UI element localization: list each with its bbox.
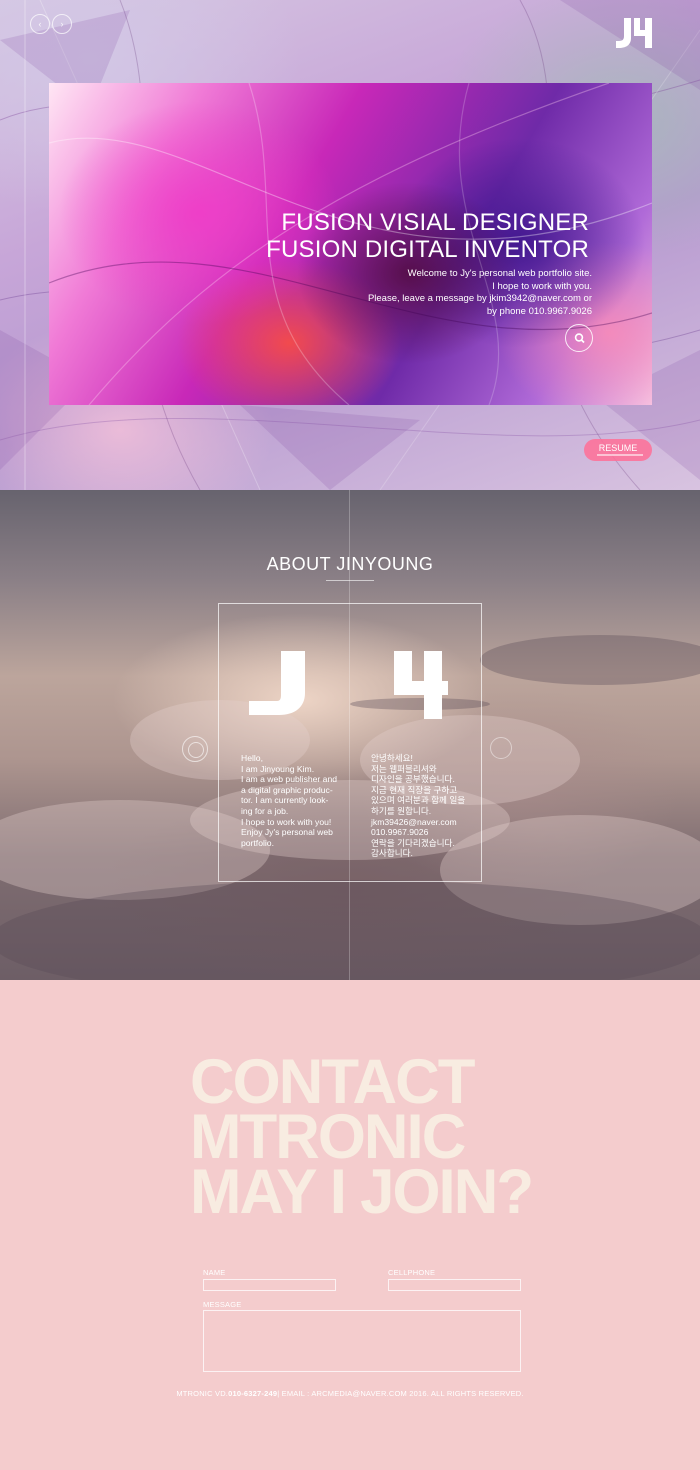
about-en-line: ing for a job. (241, 805, 289, 816)
about-en-line: I am a web publisher and (241, 774, 338, 785)
name-field[interactable] (203, 1279, 336, 1291)
cellphone-label: CELLPHONE (388, 1268, 436, 1277)
contact-headline-line-3: MAY I JOIN? (190, 1157, 534, 1227)
about-kr-line: 지금 현재 직장을 구하고 (371, 784, 458, 795)
about-kr-line: 있으며 여러분과 함께 일을 (371, 795, 466, 806)
left-circle-ornament (182, 736, 208, 762)
about-kr-line: 디자인을 공부했습니다. (371, 774, 455, 785)
letter-j-mark (249, 651, 305, 715)
about-kr-line: 하기를 원합니다. (371, 805, 432, 816)
footer-suffix: | EMAIL : ARCMEDIA@NAVER.COM 2016. ALL R… (277, 1389, 524, 1398)
about-kr-line: 저는 웹퍼블리셔와 (371, 763, 437, 774)
footer-copyright: MTRONIC VD.010-6327-249| EMAIL : ARCMEDI… (0, 1389, 700, 1398)
footer-phone: 010-6327-249 (228, 1389, 278, 1398)
hero-title-line-2: FUSION DIGITAL INVENTOR (266, 236, 589, 263)
hero-section: ‹ › FUSION VISIAL DESIGNER FUSION DIGITA… (0, 0, 700, 490)
next-slide-button[interactable]: › (52, 14, 72, 34)
intro-line: Welcome to Jy's personal web portfolio s… (407, 268, 592, 279)
about-en-line: a digital graphic produc- (241, 784, 333, 795)
about-en-line: Hello, (241, 753, 263, 763)
search-icon (574, 333, 585, 344)
about-en-line: portfolio. (241, 837, 274, 848)
slide-nav: ‹ › (30, 14, 72, 34)
about-section: ABOUT JINYOUNG Hello, I am Jinyoung Kim.… (0, 490, 700, 980)
site-logo[interactable] (616, 18, 652, 48)
right-circle-ornament (490, 737, 512, 759)
about-english-text: Hello, I am Jinyoung Kim. I am a web pub… (241, 753, 341, 848)
intro-line: I hope to work with you. (492, 280, 592, 292)
message-field[interactable] (203, 1310, 521, 1372)
about-kr-line: 안녕하세요! (371, 753, 413, 763)
about-en-line: tor. I am currently look- (241, 795, 329, 806)
about-kr-line: 감사합니다. (371, 848, 413, 859)
about-kr-line: jkm39426@naver.com (371, 816, 457, 827)
name-label: NAME (203, 1268, 226, 1277)
resume-button[interactable]: RESUME (584, 439, 652, 461)
hero-intro-text: Welcome to Jy's personal web portfolio s… (300, 268, 592, 318)
about-kr-line: 010.9967.9026 (371, 827, 429, 838)
intro-line: Please, leave a message by jkim3942@nave… (367, 293, 592, 304)
search-button[interactable] (565, 324, 593, 352)
about-title-underline (326, 580, 374, 581)
intro-line: by phone 010.9967.9026 (486, 305, 592, 317)
hero-title-line-1: FUSION VISIAL DESIGNER (281, 209, 589, 236)
letter-y-mark (394, 651, 448, 719)
about-en-line: I hope to work with you! (241, 816, 332, 827)
about-korean-text: 안녕하세요! 저는 웹퍼블리셔와 디자인을 공부했습니다. 지금 현재 직장을 … (371, 753, 471, 859)
footer-prefix: MTRONIC VD. (176, 1389, 229, 1398)
about-kr-line: 연락을 기다리겠습니다. (371, 837, 455, 848)
prev-slide-button[interactable]: ‹ (30, 14, 50, 34)
cellphone-field[interactable] (388, 1279, 521, 1291)
about-title: ABOUT JINYOUNG (266, 554, 434, 574)
resume-underline (597, 454, 643, 456)
about-en-line: Enjoy Jy's personal web (241, 827, 333, 838)
message-label: MESSAGE (203, 1300, 242, 1309)
about-en-line: I am Jinyoung Kim. (241, 763, 315, 774)
contact-section: CONTACT MTRONIC MAY I JOIN? NAME CELLPHO… (0, 980, 700, 1470)
